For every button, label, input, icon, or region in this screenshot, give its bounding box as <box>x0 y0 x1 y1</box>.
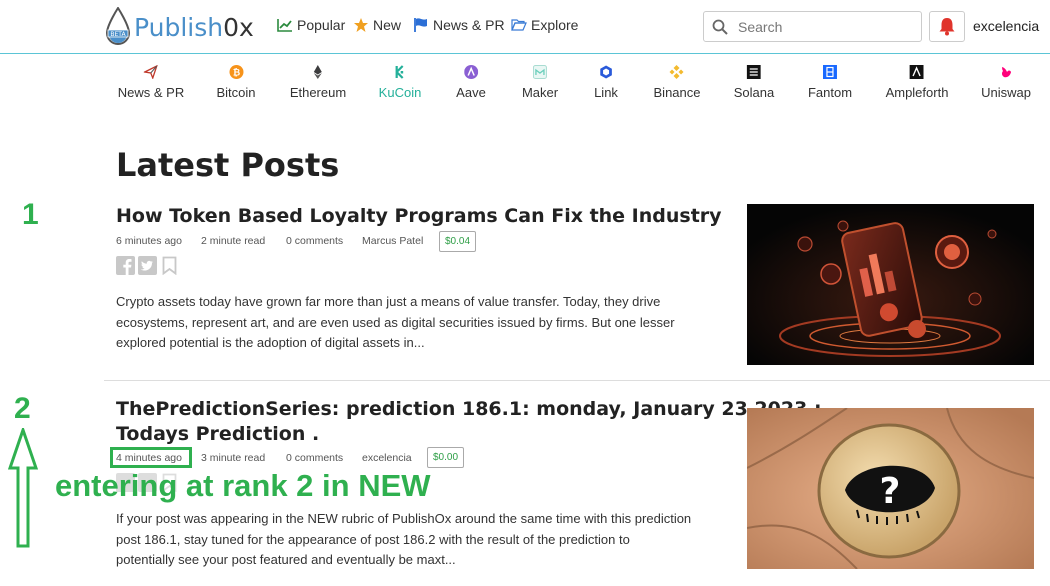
aave-icon <box>463 65 478 79</box>
svg-text:BETA: BETA <box>110 31 126 38</box>
chart-line-icon <box>277 19 292 32</box>
twitter-share-icon[interactable] <box>138 256 157 275</box>
category-label: Binance <box>653 85 701 100</box>
excerpt-line: post 186.1, stay tuned for the appearanc… <box>116 531 630 547</box>
binance-icon <box>669 65 684 79</box>
svg-text:?: ? <box>880 471 901 512</box>
kucoin-icon <box>395 65 404 79</box>
nav-explore[interactable]: Explore <box>511 17 578 33</box>
ethereum-icon <box>314 65 322 79</box>
solana-icon <box>746 65 761 79</box>
news-paper-plane-icon <box>144 65 158 79</box>
top-navbar: BETA Publish0x Popular New News & PR Exp… <box>0 0 1050 54</box>
ampleforth-icon <box>910 65 924 79</box>
nav-news-pr-label: News & PR <box>433 17 505 33</box>
category-kucoin[interactable]: KuCoin <box>378 63 422 100</box>
post-title-2[interactable]: ThePredictionSeries: prediction 186.1: m… <box>116 397 822 447</box>
search-box[interactable] <box>703 11 922 42</box>
uniswap-icon <box>1001 67 1011 78</box>
facebook-share-icon[interactable] <box>116 256 135 275</box>
bell-icon <box>939 18 955 36</box>
post-title-1[interactable]: How Token Based Loyalty Programs Can Fix… <box>116 204 722 229</box>
excerpt-line: Crypto assets today have grown far more … <box>116 294 661 309</box>
post-thumbnail-hand-coin[interactable]: ? <box>747 408 1034 569</box>
logo-text: Publish0x <box>134 12 254 42</box>
bookmark-icon[interactable] <box>160 256 179 276</box>
category-uniswap[interactable]: Uniswap <box>981 63 1031 100</box>
category-binance[interactable]: Binance <box>653 63 701 100</box>
category-bar: News & PR ₿ Bitcoin Ethereum KuCoin Aave… <box>0 63 1050 103</box>
post-read-time: 3 minute read <box>201 452 266 464</box>
category-maker[interactable]: Maker <box>522 63 558 100</box>
category-aave[interactable]: Aave <box>456 63 486 100</box>
rank-number-1: 1 <box>22 198 39 231</box>
excerpt-line: If your post was appearing in the NEW ru… <box>116 511 692 526</box>
nav-explore-label: Explore <box>531 17 579 33</box>
excerpt-line: potentially see your post featured and e… <box>116 552 456 567</box>
post-comments[interactable]: 0 comments <box>286 235 343 247</box>
logo-drop-icon: BETA <box>105 7 131 45</box>
category-label: Link <box>594 85 618 100</box>
post-divider <box>104 380 1050 381</box>
maker-icon <box>533 65 547 79</box>
excerpt-line: ecosystems, represent art, and are even … <box>116 314 675 330</box>
category-news-pr[interactable]: News & PR <box>118 63 184 100</box>
category-ethereum[interactable]: Ethereum <box>290 63 346 100</box>
tip-amount-badge[interactable]: $0.00 <box>427 447 465 468</box>
fantom-icon <box>822 65 837 79</box>
post-author[interactable]: excelencia <box>362 452 412 464</box>
nav-new[interactable]: New <box>353 17 401 33</box>
category-label: Bitcoin <box>216 85 256 100</box>
post-read-time: 2 minute read <box>201 235 266 247</box>
category-label: Solana <box>733 85 775 100</box>
post-author[interactable]: Marcus Patel <box>362 235 423 247</box>
rank-number-2: 2 <box>14 392 31 425</box>
category-label: News & PR <box>117 85 185 100</box>
nav-popular[interactable]: Popular <box>277 17 345 33</box>
search-icon <box>712 19 728 35</box>
flag-icon <box>414 18 427 32</box>
category-fantom[interactable]: Fantom <box>808 63 852 100</box>
search-input[interactable] <box>738 18 908 35</box>
star-icon <box>354 18 368 32</box>
post-comments[interactable]: 0 comments <box>286 452 343 464</box>
excerpt-line: explored potential is the adoption of di… <box>116 335 425 350</box>
chainlink-icon <box>600 65 612 79</box>
post-title-line: How Token Based Loyalty Programs Can Fix… <box>116 205 722 227</box>
category-link[interactable]: Link <box>594 63 618 100</box>
category-label: KuCoin <box>378 85 422 100</box>
category-label: Ampleforth <box>885 85 949 100</box>
category-label: Fantom <box>807 85 853 100</box>
time-highlight-box <box>110 447 192 468</box>
post-time: 6 minutes ago <box>116 235 182 247</box>
nav-news-pr[interactable]: News & PR <box>413 17 505 33</box>
username-link[interactable]: excelencia <box>973 18 1039 34</box>
bitcoin-icon: ₿ <box>229 65 243 79</box>
post-thumbnail-crypto-phone[interactable] <box>747 204 1034 365</box>
page-title: Latest Posts <box>116 146 340 184</box>
svg-text:₿: ₿ <box>232 68 239 79</box>
share-buttons <box>116 256 179 276</box>
post-excerpt-2: If your post was appearing in the NEW ru… <box>116 509 726 571</box>
publish0x-logo[interactable]: BETA Publish0x <box>104 6 254 48</box>
notifications-button[interactable] <box>929 11 965 42</box>
post-excerpt-1: Crypto assets today have grown far more … <box>116 292 726 354</box>
annotation-text: entering at rank 2 in NEW <box>55 468 431 503</box>
category-bitcoin[interactable]: ₿ Bitcoin <box>216 63 256 100</box>
category-label: Uniswap <box>981 85 1031 100</box>
category-ampleforth[interactable]: Ampleforth <box>885 63 949 100</box>
nav-popular-label: Popular <box>297 17 346 33</box>
category-label: Maker <box>521 85 559 100</box>
category-solana[interactable]: Solana <box>734 63 774 100</box>
tip-amount-badge[interactable]: $0.04 <box>439 231 477 252</box>
post-title-line: ThePredictionSeries: prediction 186.1: m… <box>116 398 822 420</box>
category-label: Aave <box>456 85 486 100</box>
up-arrow-annotation <box>8 428 38 548</box>
nav-new-label: New <box>373 17 402 33</box>
post-title-line: Todays Prediction . <box>116 423 320 445</box>
category-label: Ethereum <box>289 85 347 100</box>
folder-open-icon <box>511 19 527 31</box>
